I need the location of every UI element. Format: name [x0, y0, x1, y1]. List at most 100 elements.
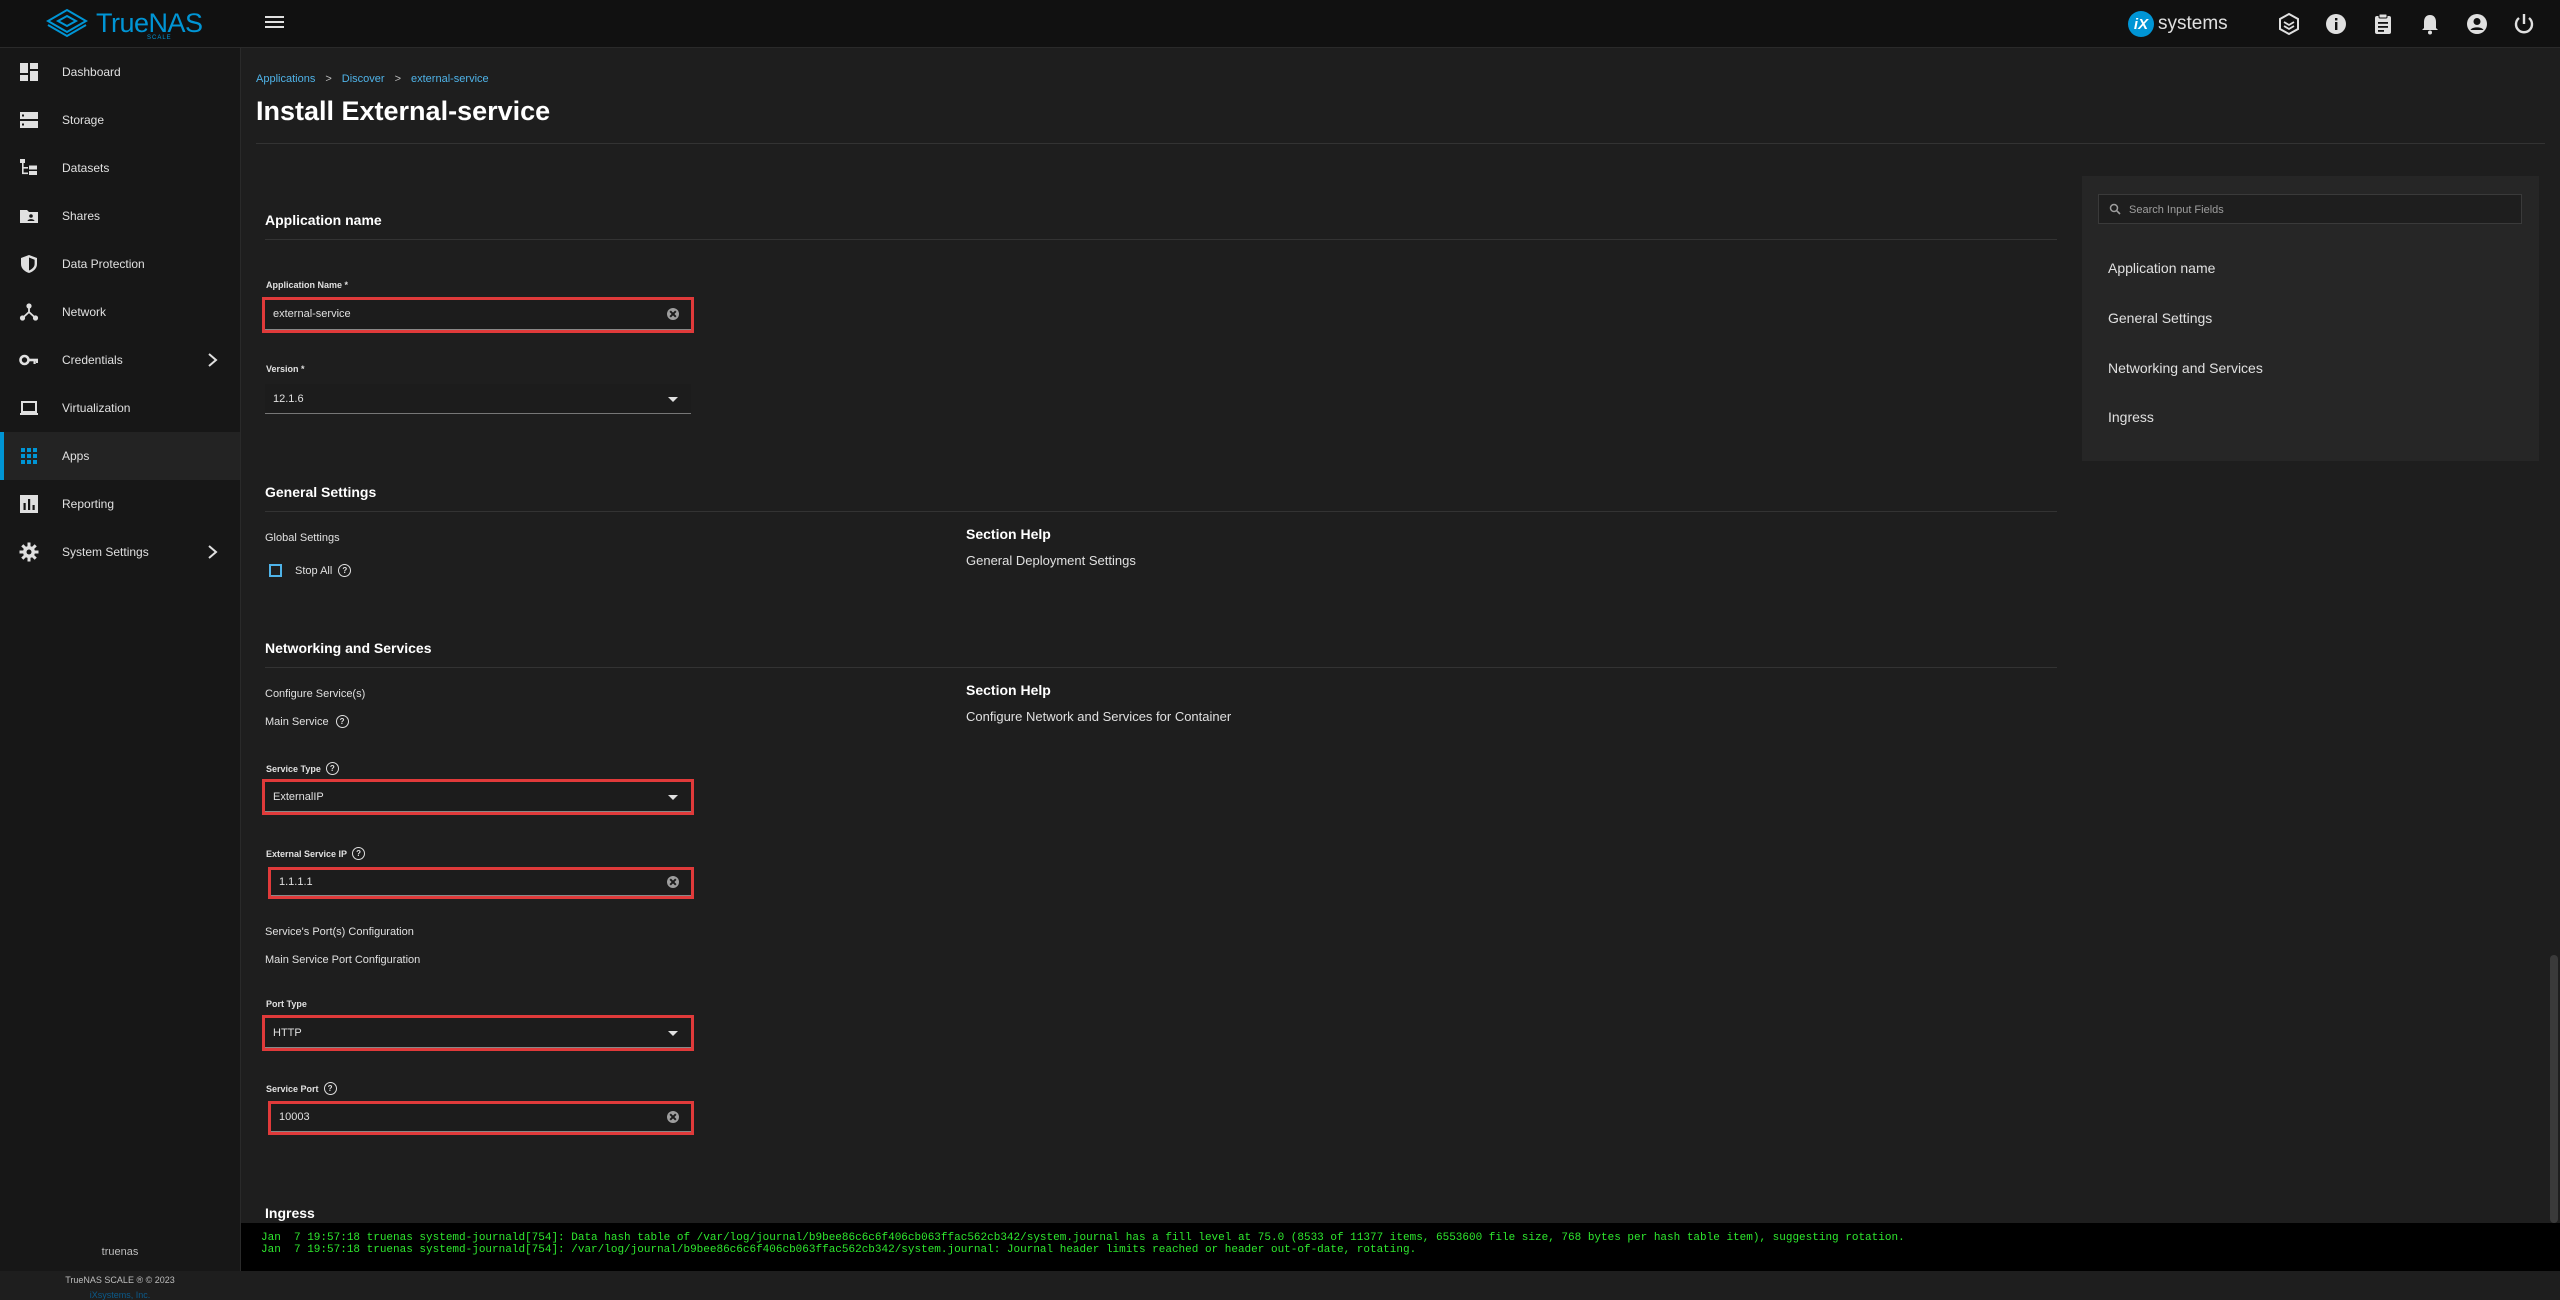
version-select[interactable]: 12.1.6 — [265, 384, 691, 414]
bell-icon[interactable] — [2418, 12, 2442, 36]
hamburger-menu-icon[interactable] — [265, 13, 287, 33]
ixsystems-link[interactable]: iXsystems, Inc. — [0, 1290, 240, 1300]
sidebar-item-virtualization[interactable]: Virtualization — [0, 384, 240, 432]
sidebar-item-shares[interactable]: Shares — [0, 192, 240, 240]
service-port-field[interactable] — [268, 1101, 694, 1135]
account-icon[interactable] — [2465, 12, 2489, 36]
sidebar-item-label: Dashboard — [62, 65, 121, 79]
sidebar-item-label: Network — [62, 305, 107, 319]
datasets-icon — [19, 158, 39, 178]
info-icon[interactable] — [2324, 12, 2348, 36]
service-type-label: Service Type — [266, 763, 321, 774]
title-divider — [256, 143, 2545, 144]
networking-help-title: Section Help — [966, 682, 1051, 698]
ix-text: systems — [2158, 13, 2228, 34]
app-name-input[interactable] — [265, 300, 653, 328]
nav-link-application-name[interactable]: Application name — [2108, 260, 2215, 276]
service-port-label: Service Port — [266, 1083, 319, 1094]
network-icon — [19, 302, 39, 322]
service-port-input[interactable] — [271, 1104, 659, 1130]
sidebar-item-network[interactable]: Network — [0, 288, 240, 336]
general-help-title: Section Help — [966, 526, 1051, 542]
section-divider — [265, 667, 2057, 668]
port-type-select[interactable]: HTTP — [262, 1015, 694, 1051]
app-name-label: Application Name * — [266, 280, 349, 290]
help-icon[interactable]: ? — [325, 762, 339, 775]
breadcrumb: Applications > Discover > external-servi… — [256, 73, 489, 85]
sidebar-item-storage[interactable]: Storage — [0, 96, 240, 144]
search-icon — [2109, 203, 2121, 215]
power-icon[interactable] — [2512, 12, 2536, 36]
service-type-label-row: Service Type ? — [266, 762, 339, 775]
breadcrumb-external-service[interactable]: external-service — [411, 73, 489, 85]
main-service-label: Main Service — [265, 715, 329, 728]
version-value: 12.1.6 — [273, 393, 304, 405]
sidebar-item-system-settings[interactable]: System Settings — [0, 528, 240, 576]
dashboard-icon — [19, 62, 39, 82]
search-input-fields[interactable] — [2098, 194, 2522, 225]
help-icon[interactable]: ? — [338, 564, 352, 577]
page-title: Install External-service — [256, 96, 551, 126]
search-input[interactable] — [2127, 195, 2511, 225]
key-icon — [19, 350, 39, 370]
help-icon[interactable]: ? — [335, 715, 349, 728]
sidebar-item-label: Shares — [62, 209, 101, 223]
sidebar-item-label: Credentials — [62, 353, 123, 367]
nav-link-ingress[interactable]: Ingress — [2108, 409, 2154, 425]
nav-link-networking[interactable]: Networking and Services — [2108, 360, 2263, 376]
service-type-select[interactable]: ExternalIP — [262, 779, 694, 815]
port-type-label: Port Type — [266, 999, 307, 1009]
sidebar-item-reporting[interactable]: Reporting — [0, 480, 240, 528]
section-networking: Networking and Services — [265, 640, 432, 656]
global-settings-label: Global Settings — [265, 532, 340, 544]
external-ip-input[interactable] — [271, 870, 659, 894]
sidebar-item-dashboard[interactable]: Dashboard — [0, 48, 240, 96]
help-icon[interactable]: ? — [323, 1082, 337, 1095]
service-type-value: ExternalIP — [273, 791, 324, 803]
main-port-config-label: Main Service Port Configuration — [265, 954, 421, 966]
console-line: Jan 7 19:57:18 truenas systemd-journald[… — [261, 1244, 1417, 1256]
clear-icon[interactable] — [667, 1111, 679, 1123]
app-name-field[interactable] — [262, 297, 694, 333]
sidebar-item-label: Virtualization — [62, 401, 131, 415]
sidebar-item-apps[interactable]: Apps — [0, 432, 240, 480]
clipboard-icon[interactable] — [2371, 12, 2395, 36]
external-ip-label: External Service IP — [266, 848, 348, 859]
sidebar-item-datasets[interactable]: Datasets — [0, 144, 240, 192]
truecommand-icon[interactable] — [2277, 12, 2301, 36]
networking-help-text: Configure Network and Services for Conta… — [966, 709, 1232, 724]
sidebar-item-label: Apps — [62, 449, 90, 463]
sidebar-item-label: System Settings — [62, 545, 149, 559]
brand-name: TrueNAS — [96, 7, 203, 38]
truenas-logo-icon — [46, 8, 88, 38]
shares-icon — [19, 206, 39, 226]
breadcrumb-discover[interactable]: Discover — [342, 73, 385, 85]
scrollbar-thumb[interactable] — [2550, 955, 2558, 1223]
laptop-icon — [19, 398, 39, 418]
section-divider — [265, 239, 2057, 240]
truenas-logo[interactable]: TrueNAS SCALE — [46, 6, 203, 41]
ix-mark: iX — [2128, 11, 2154, 37]
stop-all-checkbox[interactable] — [269, 564, 282, 577]
main-content: Applications > Discover > external-servi… — [241, 48, 2560, 1271]
chevron-right-icon — [208, 353, 218, 367]
hostname: truenas — [101, 1246, 139, 1258]
sidebar-item-credentials[interactable]: Credentials — [0, 336, 240, 384]
clear-icon[interactable] — [667, 308, 679, 320]
section-ingress: Ingress — [265, 1205, 315, 1221]
top-bar: TrueNAS SCALE iX systems — [0, 0, 2560, 48]
breadcrumb-separator: > — [325, 73, 332, 85]
ixsystems-logo[interactable]: iX systems — [2128, 11, 2228, 37]
chart-icon — [19, 494, 39, 514]
external-ip-field[interactable] — [268, 867, 694, 899]
form-navigation-panel: Application name General Settings Networ… — [2082, 176, 2539, 461]
stop-all-row: Stop All ? — [295, 564, 352, 577]
clear-icon[interactable] — [667, 876, 679, 888]
help-icon[interactable]: ? — [352, 847, 366, 860]
main-service-row: Main Service ? — [265, 715, 349, 728]
section-application-name: Application name — [265, 212, 382, 228]
nav-link-general-settings[interactable]: General Settings — [2108, 310, 2212, 326]
sidebar-item-data-protection[interactable]: Data Protection — [0, 240, 240, 288]
version-label: Version * — [266, 364, 305, 374]
breadcrumb-applications[interactable]: Applications — [256, 73, 315, 85]
